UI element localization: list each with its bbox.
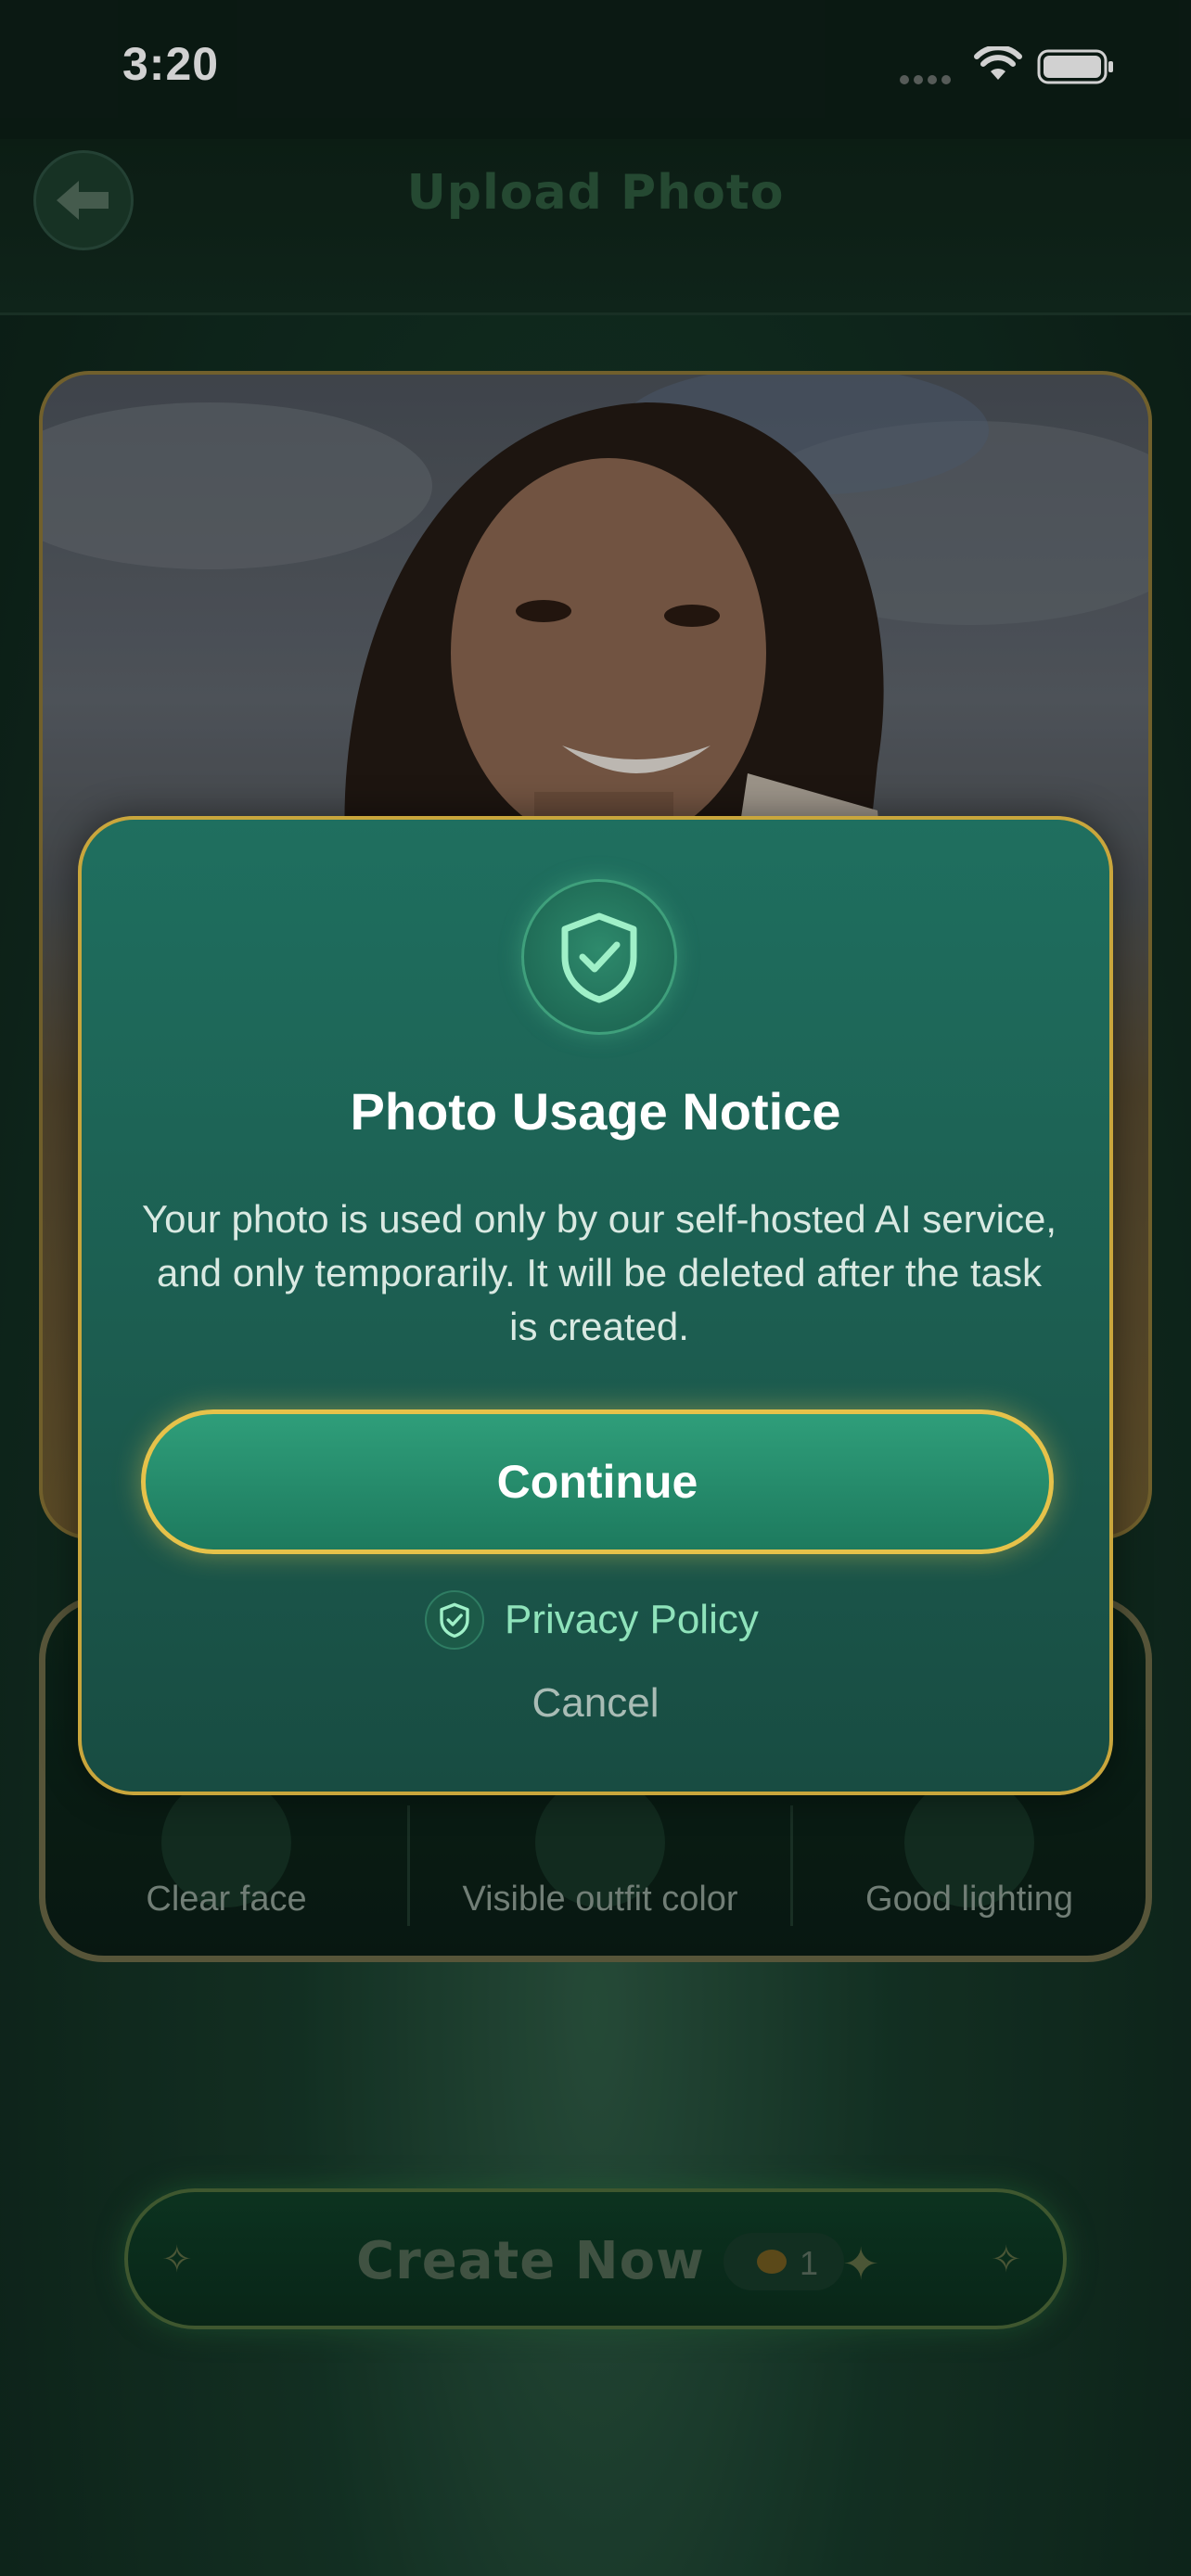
continue-button[interactable]: Continue — [141, 1409, 1054, 1554]
continue-label: Continue — [496, 1456, 698, 1508]
shield-check-icon — [521, 879, 677, 1035]
cancel-button[interactable]: Cancel — [82, 1680, 1109, 1727]
dialog-title: Photo Usage Notice — [350, 1082, 841, 1141]
shield-check-icon — [425, 1590, 484, 1650]
photo-usage-notice-dialog: Photo Usage Notice Your photo is used on… — [78, 816, 1113, 1795]
dialog-message: Your photo is used only by our self-host… — [141, 1197, 1057, 1348]
privacy-policy-label: Privacy Policy — [505, 1597, 759, 1642]
privacy-policy-link[interactable]: Privacy Policy — [425, 1589, 759, 1651]
